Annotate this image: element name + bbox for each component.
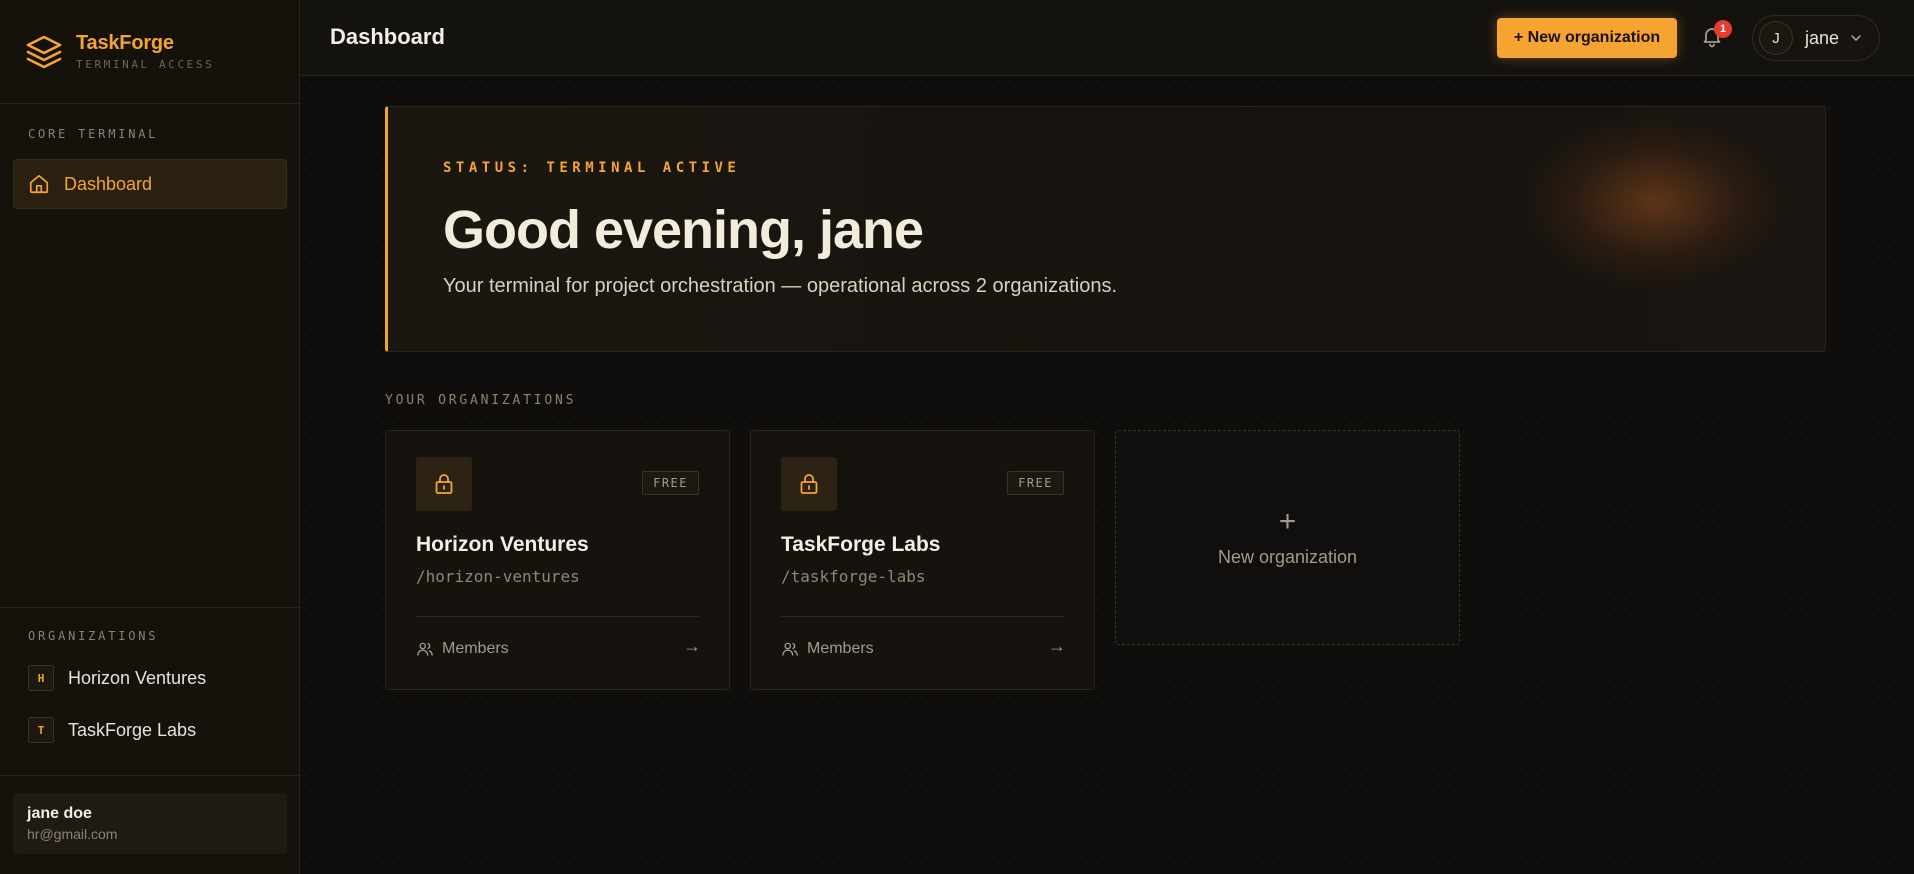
new-organization-button[interactable]: + New organization: [1497, 18, 1677, 58]
brand-subtitle: TERMINAL ACCESS: [76, 58, 215, 71]
sidebar-org-label: Horizon Ventures: [68, 667, 207, 688]
divider: [0, 775, 300, 776]
org-name: Horizon Ventures: [416, 533, 589, 556]
your-organizations-label: YOUR ORGANIZATIONS: [385, 393, 577, 408]
lock-icon: [800, 474, 818, 494]
notification-badge: 1: [1714, 20, 1732, 38]
divider: [416, 616, 699, 617]
org-initial-badge: H: [28, 665, 54, 691]
home-icon: [29, 174, 49, 194]
greeting-title: Good evening, jane: [443, 200, 924, 260]
org-card-taskforge-labs[interactable]: FREE TaskForge Labs /taskforge-labs Memb…: [750, 430, 1095, 690]
org-name: TaskForge Labs: [781, 533, 941, 556]
org-initial-badge: T: [28, 717, 54, 743]
arrow-right-icon[interactable]: →: [683, 636, 701, 657]
members-link[interactable]: Members: [781, 640, 874, 658]
members-label: Members: [442, 640, 509, 657]
plan-badge: FREE: [642, 471, 699, 495]
divider: [0, 607, 300, 608]
core-terminal-label: CORE TERMINAL: [28, 127, 159, 141]
welcome-hero: STATUS: TERMINAL ACTIVE Good evening, ja…: [385, 106, 1826, 352]
notifications-button[interactable]: 1: [1700, 20, 1732, 52]
lock-icon: [435, 474, 453, 494]
user-menu-name: jane: [1805, 27, 1840, 48]
users-icon: [782, 642, 798, 656]
org-card-horizon-ventures[interactable]: FREE Horizon Ventures /horizon-ventures …: [385, 430, 730, 690]
org-slug: /horizon-ventures: [416, 567, 580, 586]
brand-name: TaskForge: [76, 32, 174, 54]
sidebar-org-taskforge-labs[interactable]: T TaskForge Labs: [28, 717, 196, 743]
sidebar-org-horizon-ventures[interactable]: H Horizon Ventures: [28, 665, 206, 691]
user-name: jane doe: [27, 805, 92, 822]
sidebar: TaskForge TERMINAL ACCESS CORE TERMINAL …: [0, 0, 300, 874]
sidebar-item-label: Dashboard: [64, 173, 153, 194]
page-title: Dashboard: [330, 24, 445, 49]
org-icon: [781, 457, 837, 511]
arrow-right-icon[interactable]: →: [1048, 636, 1066, 657]
organizations-label: ORGANIZATIONS: [28, 629, 159, 643]
user-menu-button[interactable]: J jane: [1752, 15, 1880, 61]
sidebar-user-card[interactable]: jane doe hr@gmail.com: [13, 793, 287, 854]
new-organization-card[interactable]: + New organization: [1115, 430, 1460, 645]
brand[interactable]: TaskForge TERMINAL ACCESS: [0, 0, 299, 104]
sidebar-item-dashboard[interactable]: Dashboard: [13, 159, 287, 209]
topbar: Dashboard + New organization 1 J jane: [300, 0, 1914, 76]
sidebar-org-label: TaskForge Labs: [68, 719, 197, 740]
org-icon: [416, 457, 472, 511]
members-link[interactable]: Members: [416, 640, 509, 658]
terminal-status: STATUS: TERMINAL ACTIVE: [443, 160, 741, 176]
org-slug: /taskforge-labs: [781, 567, 926, 586]
users-icon: [417, 642, 433, 656]
greeting-subtitle: Your terminal for project orchestration …: [443, 275, 1118, 297]
divider: [781, 616, 1064, 617]
layers-logo-icon: [26, 35, 62, 68]
new-organization-label: New organization: [1217, 547, 1358, 567]
plus-icon: +: [1278, 505, 1297, 538]
main-content: STATUS: TERMINAL ACTIVE Good evening, ja…: [300, 76, 1914, 874]
chevron-down-icon: [1851, 35, 1861, 41]
hero-glow: [1525, 117, 1785, 287]
user-email: hr@gmail.com: [27, 826, 118, 842]
plan-badge: FREE: [1007, 471, 1064, 495]
avatar: J: [1759, 21, 1793, 55]
members-label: Members: [807, 640, 874, 657]
